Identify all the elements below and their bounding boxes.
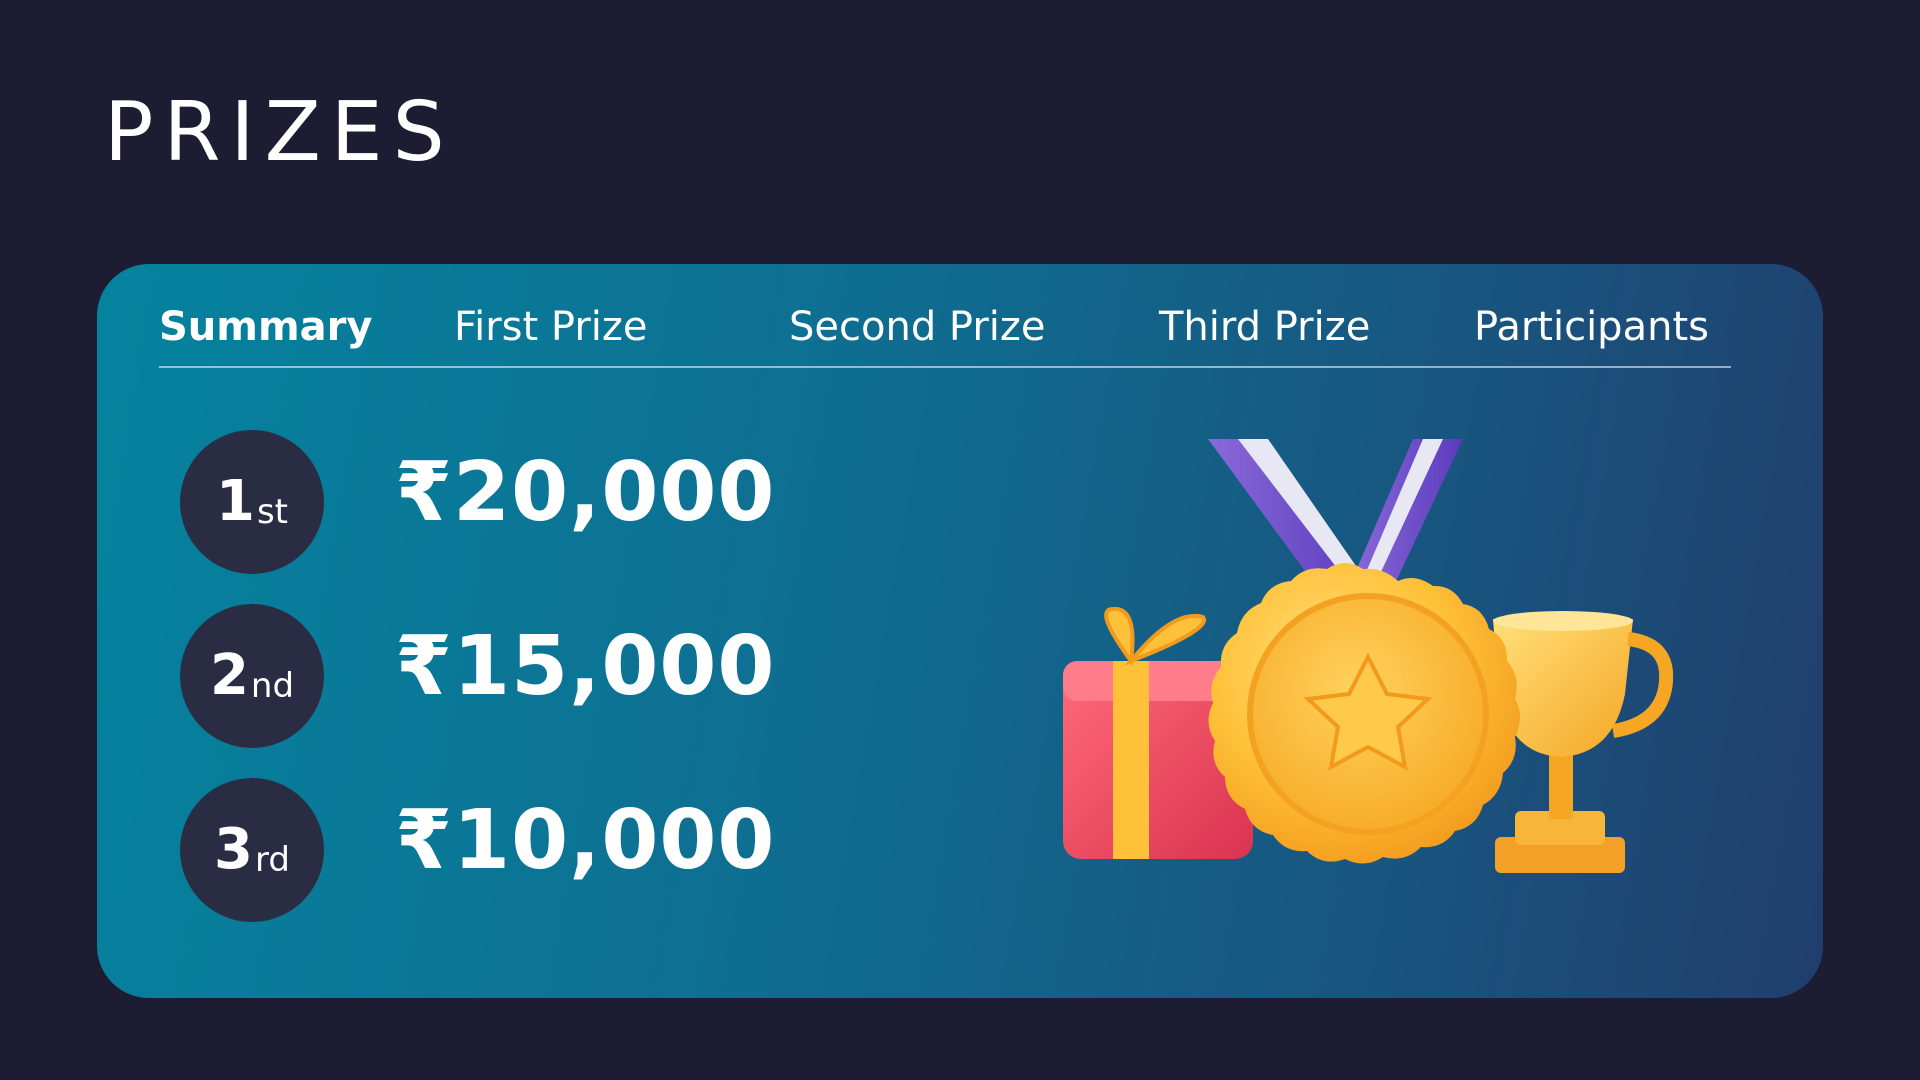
- prize-row-second: 2 nd ₹15,000: [180, 604, 880, 748]
- rank-number: 3: [214, 817, 253, 882]
- rank-suffix: st: [256, 492, 288, 532]
- prize-tabs: Summary First Prize Second Prize Third P…: [159, 304, 1731, 368]
- prize-amount: ₹15,000: [395, 619, 776, 714]
- tab-participants[interactable]: Participants: [1474, 304, 1709, 350]
- rank-number: 1: [215, 469, 255, 534]
- rank-badge: 2 nd: [180, 604, 324, 748]
- page-title: PRIZES: [104, 85, 455, 180]
- prize-amount: ₹10,000: [395, 793, 776, 888]
- prize-illustration: [1063, 439, 1673, 873]
- rank-badge: 3 rd: [180, 778, 324, 922]
- prize-amount: ₹20,000: [395, 445, 776, 540]
- rank-suffix: rd: [255, 840, 290, 880]
- medal-icon: [1208, 563, 1520, 864]
- trophy-icon: [1493, 611, 1673, 873]
- tab-third-prize[interactable]: Third Prize: [1159, 304, 1370, 350]
- tab-second-prize[interactable]: Second Prize: [789, 304, 1046, 350]
- rank-number: 2: [209, 643, 249, 708]
- prizes-card: Summary First Prize Second Prize Third P…: [97, 264, 1823, 998]
- rank-badge: 1 st: [180, 430, 324, 574]
- prize-row-third: 3 rd ₹10,000: [180, 778, 880, 922]
- tab-first-prize[interactable]: First Prize: [454, 304, 647, 350]
- rank-suffix: nd: [250, 666, 295, 706]
- tab-summary[interactable]: Summary: [159, 304, 372, 350]
- prize-row-first: 1 st ₹20,000: [180, 430, 880, 574]
